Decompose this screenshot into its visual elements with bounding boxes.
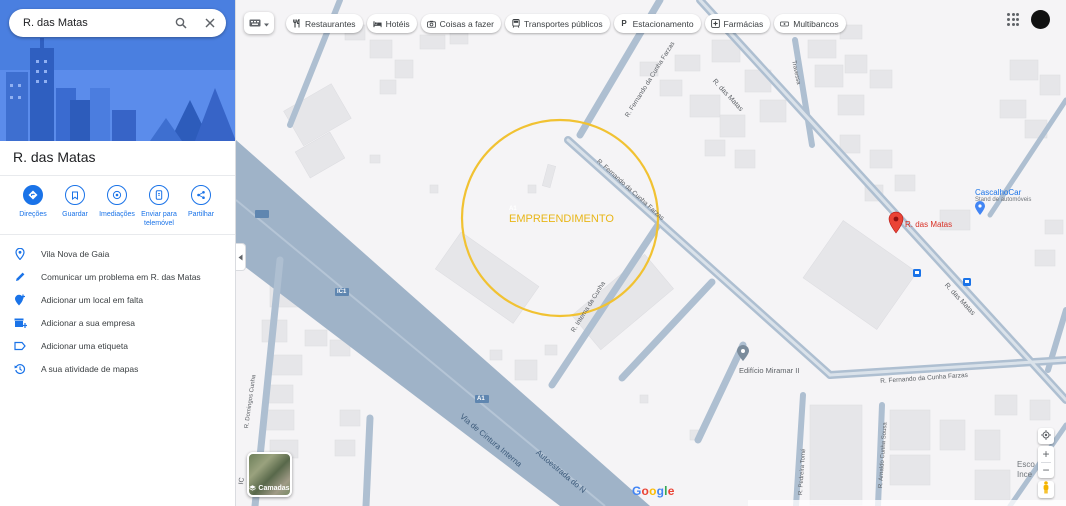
pin-label[interactable]: R. das Matas xyxy=(905,220,952,229)
label-icon xyxy=(13,339,27,353)
bus-stop-icon[interactable] xyxy=(963,278,971,286)
zoom-in-button[interactable]: + xyxy=(1038,446,1054,462)
place-hero-image xyxy=(0,0,235,141)
place-panel: R. das Matas Direções Guardar Imediações… xyxy=(0,0,236,506)
action-label: Enviar para telemóvel xyxy=(141,211,177,227)
keyboard-icon xyxy=(249,14,261,32)
pencil-icon xyxy=(13,270,27,284)
action-label: Guardar xyxy=(62,211,88,218)
chip-label: Hotéis xyxy=(385,18,410,29)
chevron-down-icon xyxy=(264,14,269,32)
directions-icon xyxy=(23,185,43,205)
add-label-row[interactable]: Adicionar uma etiqueta xyxy=(0,337,235,355)
action-label: Imediações xyxy=(99,211,135,218)
google-logo: Google xyxy=(632,484,675,498)
chip-transit[interactable]: Transportes públicos xyxy=(505,14,610,33)
map-menu-button[interactable] xyxy=(244,12,274,34)
collapse-panel-button[interactable] xyxy=(236,243,246,271)
add-business-icon xyxy=(13,316,27,330)
share-icon xyxy=(191,185,211,205)
chip-things-to-do[interactable]: Coisas a fazer xyxy=(420,14,501,33)
place-title: R. das Matas xyxy=(13,149,96,165)
camera-icon xyxy=(426,19,436,28)
directions-button[interactable]: Direções xyxy=(11,185,55,219)
layers-button[interactable]: Camadas xyxy=(247,452,292,497)
send-to-phone-icon xyxy=(149,185,169,205)
layers-icon xyxy=(249,485,257,492)
road-shield-label: IC1 xyxy=(337,289,347,295)
map-footer xyxy=(748,500,1066,506)
transit-icon xyxy=(511,19,520,28)
location-pin-icon xyxy=(13,247,27,261)
search-icon[interactable] xyxy=(173,15,189,31)
chip-restaurants[interactable]: Restaurantes xyxy=(286,14,363,33)
nearby-button[interactable]: Imediações xyxy=(95,185,139,219)
hotel-icon xyxy=(373,19,382,28)
row-label: Comunicar um problema em R. das Matas xyxy=(41,272,201,282)
street-label: IC xyxy=(238,477,246,485)
layers-label: Camadas xyxy=(258,485,290,492)
chip-label: Farmácias xyxy=(723,18,764,29)
row-label: Adicionar um local em falta xyxy=(41,295,144,305)
road-shield-label: A1 xyxy=(509,206,517,212)
google-apps-icon[interactable] xyxy=(1007,13,1021,27)
chip-label: Transportes públicos xyxy=(524,18,603,29)
bookmark-icon xyxy=(65,185,85,205)
category-chips: Restaurantes Hotéis Coisas a fazer Trans… xyxy=(286,14,846,33)
bus-stop-icon[interactable] xyxy=(913,269,921,277)
report-problem-row[interactable]: Comunicar um problema em R. das Matas xyxy=(0,268,235,286)
avatar[interactable] xyxy=(1031,10,1050,29)
atm-icon xyxy=(780,19,790,28)
map-canvas[interactable]: A1 IC1 A1 EMPREENDIMENTO R. das Matas Ca… xyxy=(236,0,1066,506)
chip-parking[interactable]: P Estacionamento xyxy=(613,14,701,33)
poi-partial-label: Ince xyxy=(1017,470,1033,479)
history-icon xyxy=(13,362,27,376)
chip-label: Coisas a fazer xyxy=(439,18,494,29)
search-box[interactable] xyxy=(9,9,226,37)
road-shield-label: A1 xyxy=(477,396,485,402)
send-to-phone-button[interactable]: Enviar para telemóvel xyxy=(137,185,181,228)
parking-icon: P xyxy=(621,19,627,28)
chip-label: Estacionamento xyxy=(632,18,694,29)
action-label: Partilhar xyxy=(187,211,215,218)
poi-edificio-miramar[interactable]: Edifício Miramar II xyxy=(739,366,799,375)
share-button[interactable]: Partilhar xyxy=(179,185,223,219)
nearby-icon xyxy=(107,185,127,205)
maps-activity-row[interactable]: A sua atividade de mapas xyxy=(0,360,235,378)
chip-label: Multibancos xyxy=(793,18,839,29)
close-icon[interactable] xyxy=(202,15,218,31)
poi-partial-label: Esco xyxy=(1017,460,1035,469)
pegman-icon xyxy=(1042,480,1050,499)
row-label: Adicionar a sua empresa xyxy=(41,318,136,328)
pharmacy-icon xyxy=(710,19,720,28)
chevron-left-icon xyxy=(238,248,243,266)
row-label: A sua atividade de mapas xyxy=(41,364,139,374)
address-row[interactable]: Vila Nova de Gaia xyxy=(0,245,235,263)
divider xyxy=(0,175,235,176)
action-label: Direções xyxy=(19,211,47,218)
chip-label: Restaurantes xyxy=(305,18,356,29)
add-place-row[interactable]: Adicionar um local em falta xyxy=(0,291,235,309)
save-button[interactable]: Guardar xyxy=(53,185,97,219)
chip-atms[interactable]: Multibancos xyxy=(774,14,846,33)
row-label: Vila Nova de Gaia xyxy=(41,249,110,259)
add-business-row[interactable]: Adicionar a sua empresa xyxy=(0,314,235,332)
my-location-button[interactable] xyxy=(1038,428,1054,444)
poi-subtitle: Stand de automóveis xyxy=(975,197,1032,203)
empreendimento-label: EMPREENDIMENTO xyxy=(509,213,614,225)
search-input[interactable] xyxy=(23,17,163,29)
poi-cascalhocar[interactable]: CascalhoCar xyxy=(975,188,1021,197)
row-label: Adicionar uma etiqueta xyxy=(41,341,128,351)
pegman-button[interactable] xyxy=(1038,480,1054,499)
my-location-icon xyxy=(1041,427,1051,445)
restaurant-icon xyxy=(292,19,301,28)
zoom-control: + − xyxy=(1038,446,1054,478)
divider xyxy=(0,234,235,235)
add-place-icon xyxy=(13,293,27,307)
zoom-out-button[interactable]: − xyxy=(1038,462,1054,478)
chip-pharmacies[interactable]: Farmácias xyxy=(704,14,771,33)
chip-hotels[interactable]: Hotéis xyxy=(366,14,417,33)
